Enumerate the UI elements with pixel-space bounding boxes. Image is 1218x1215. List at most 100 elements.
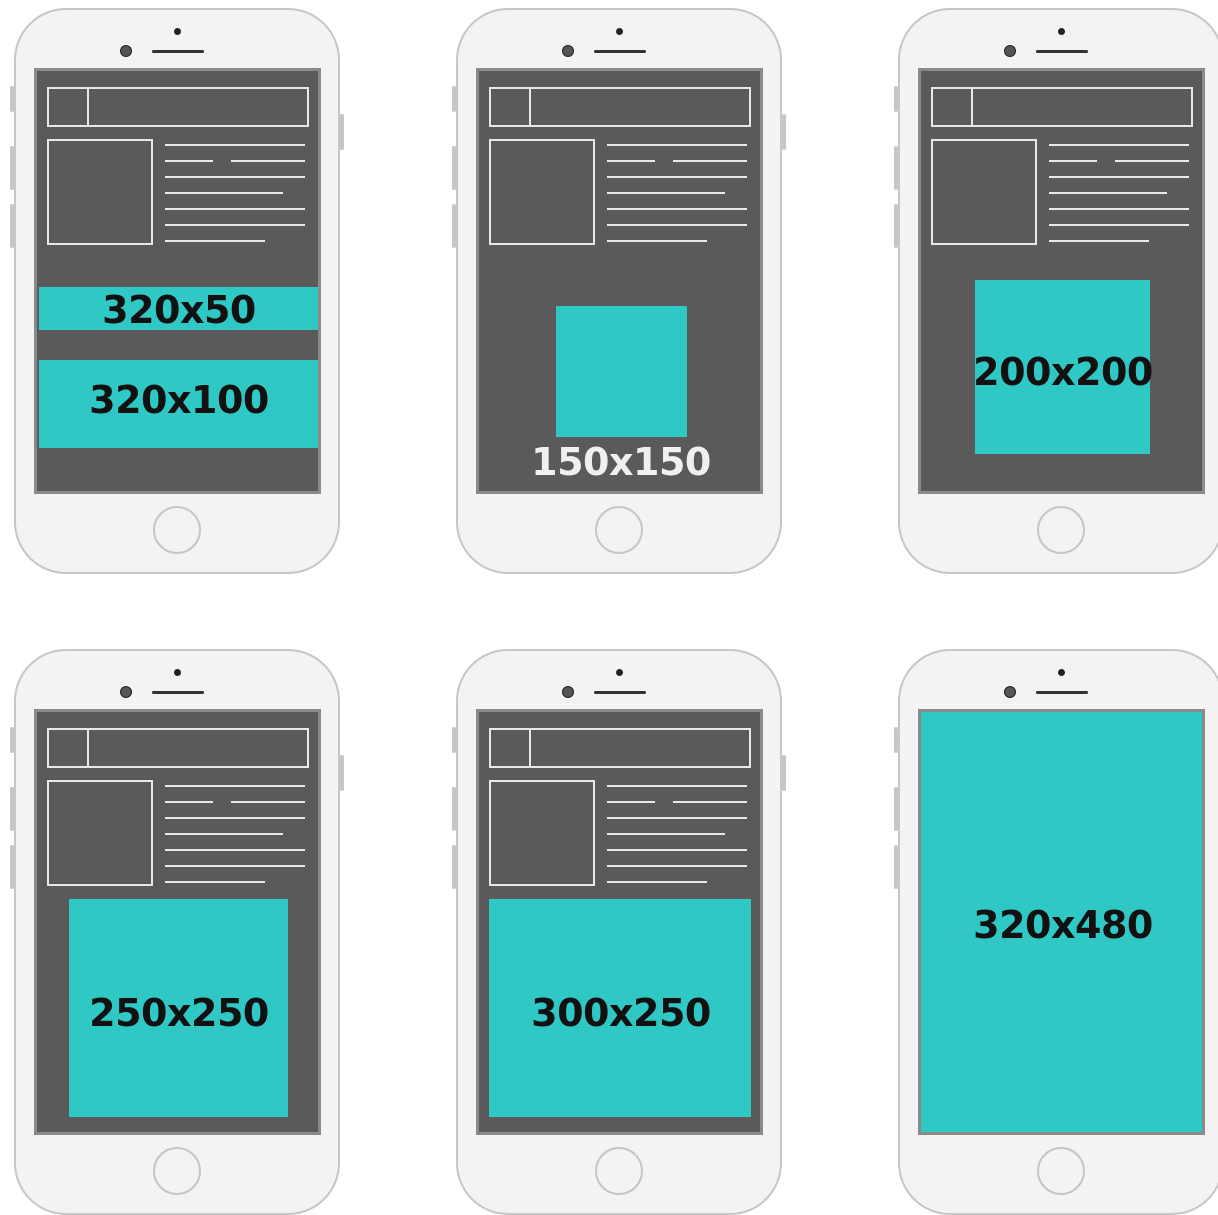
side-button bbox=[452, 727, 456, 753]
side-button bbox=[894, 86, 898, 112]
camera-icon bbox=[120, 45, 132, 57]
side-button bbox=[782, 755, 786, 791]
wireframe-text-line bbox=[1049, 240, 1149, 242]
ad-size-label: 250x250 bbox=[89, 991, 269, 1035]
wireframe-text-line bbox=[165, 144, 305, 146]
wireframe-text-line bbox=[1049, 224, 1189, 226]
phone-screen bbox=[476, 709, 763, 1135]
side-button bbox=[10, 787, 14, 831]
side-button bbox=[452, 845, 456, 889]
speaker-slot bbox=[152, 50, 204, 53]
side-button bbox=[340, 755, 344, 791]
wireframe-text-line bbox=[165, 881, 265, 883]
side-button bbox=[894, 727, 898, 753]
side-button bbox=[10, 845, 14, 889]
home-button bbox=[153, 1147, 201, 1195]
side-button bbox=[10, 146, 14, 190]
sensor-dot bbox=[174, 28, 181, 35]
wireframe-text-line bbox=[165, 833, 283, 835]
side-button bbox=[452, 787, 456, 831]
wireframe-text-line bbox=[607, 192, 725, 194]
wireframe-text-line bbox=[673, 160, 747, 162]
speaker-slot bbox=[594, 50, 646, 53]
wireframe-text-line bbox=[607, 144, 747, 146]
ad-size-label: 150x150 bbox=[531, 440, 711, 484]
wireframe-text-line bbox=[165, 849, 305, 851]
side-button bbox=[452, 86, 456, 112]
side-button bbox=[10, 204, 14, 248]
wireframe-image-box bbox=[931, 139, 1037, 245]
speaker-slot bbox=[152, 691, 204, 694]
home-button bbox=[1037, 1147, 1085, 1195]
side-button bbox=[10, 727, 14, 753]
wireframe-divider bbox=[529, 728, 531, 768]
wireframe-text-line bbox=[607, 176, 747, 178]
wireframe-text-line bbox=[165, 801, 213, 803]
wireframe-text-line bbox=[1049, 208, 1189, 210]
camera-icon bbox=[562, 686, 574, 698]
phone-mockup-320x480: 320x480 bbox=[894, 649, 1218, 1215]
wireframe-text-line bbox=[607, 833, 725, 835]
phone-screen bbox=[34, 709, 321, 1135]
phone-mockup-250x250: 250x250 bbox=[10, 649, 344, 1215]
home-button bbox=[595, 1147, 643, 1195]
wireframe-image-box bbox=[489, 780, 595, 886]
wireframe-text-line bbox=[607, 865, 747, 867]
home-button bbox=[595, 506, 643, 554]
wireframe-divider bbox=[87, 87, 89, 127]
ad-unit-150x150 bbox=[556, 306, 687, 437]
sensor-dot bbox=[1058, 28, 1065, 35]
sensor-dot bbox=[1058, 669, 1065, 676]
wireframe-text-line bbox=[607, 801, 655, 803]
phone-screen bbox=[918, 68, 1205, 494]
wireframe-text-line bbox=[165, 176, 305, 178]
wireframe-text-line bbox=[165, 208, 305, 210]
speaker-slot bbox=[594, 691, 646, 694]
wireframe-text-line bbox=[165, 224, 305, 226]
wireframe-text-line bbox=[607, 881, 707, 883]
side-button bbox=[452, 204, 456, 248]
phone-screen bbox=[476, 68, 763, 494]
phone-screen bbox=[34, 68, 321, 494]
wireframe-text-line bbox=[607, 160, 655, 162]
wireframe-divider bbox=[529, 87, 531, 127]
wireframe-text-line bbox=[231, 160, 305, 162]
wireframe-text-line bbox=[607, 849, 747, 851]
wireframe-text-line bbox=[165, 160, 213, 162]
wireframe-image-box bbox=[47, 139, 153, 245]
wireframe-divider bbox=[971, 87, 973, 127]
side-button bbox=[452, 146, 456, 190]
speaker-slot bbox=[1036, 50, 1088, 53]
ad-size-label: 200x200 bbox=[973, 350, 1153, 394]
side-button bbox=[894, 787, 898, 831]
camera-icon bbox=[1004, 45, 1016, 57]
side-button bbox=[894, 204, 898, 248]
wireframe-text-line bbox=[231, 801, 305, 803]
wireframe-text-line bbox=[165, 240, 265, 242]
wireframe-divider bbox=[87, 728, 89, 768]
wireframe-image-box bbox=[47, 780, 153, 886]
wireframe-text-line bbox=[607, 240, 707, 242]
wireframe-text-line bbox=[165, 785, 305, 787]
camera-icon bbox=[1004, 686, 1016, 698]
wireframe-text-line bbox=[607, 208, 747, 210]
wireframe-text-line bbox=[607, 785, 747, 787]
wireframe-text-line bbox=[607, 817, 747, 819]
wireframe-text-line bbox=[1115, 160, 1189, 162]
wireframe-text-line bbox=[165, 865, 305, 867]
speaker-slot bbox=[1036, 691, 1088, 694]
camera-icon bbox=[562, 45, 574, 57]
side-button bbox=[340, 114, 344, 150]
phone-mockup-320x50-320x100: 320x50 320x100 bbox=[10, 8, 344, 574]
wireframe-text-line bbox=[1049, 160, 1097, 162]
ad-size-label: 300x250 bbox=[531, 991, 711, 1035]
ad-size-label: 320x480 bbox=[973, 903, 1153, 947]
wireframe-text-line bbox=[165, 817, 305, 819]
phone-mockup-150x150: 150x150 bbox=[452, 8, 786, 574]
sensor-dot bbox=[616, 669, 623, 676]
ad-size-label: 320x100 bbox=[89, 378, 269, 422]
wireframe-image-box bbox=[489, 139, 595, 245]
side-button bbox=[894, 845, 898, 889]
home-button bbox=[153, 506, 201, 554]
wireframe-text-line bbox=[165, 192, 283, 194]
